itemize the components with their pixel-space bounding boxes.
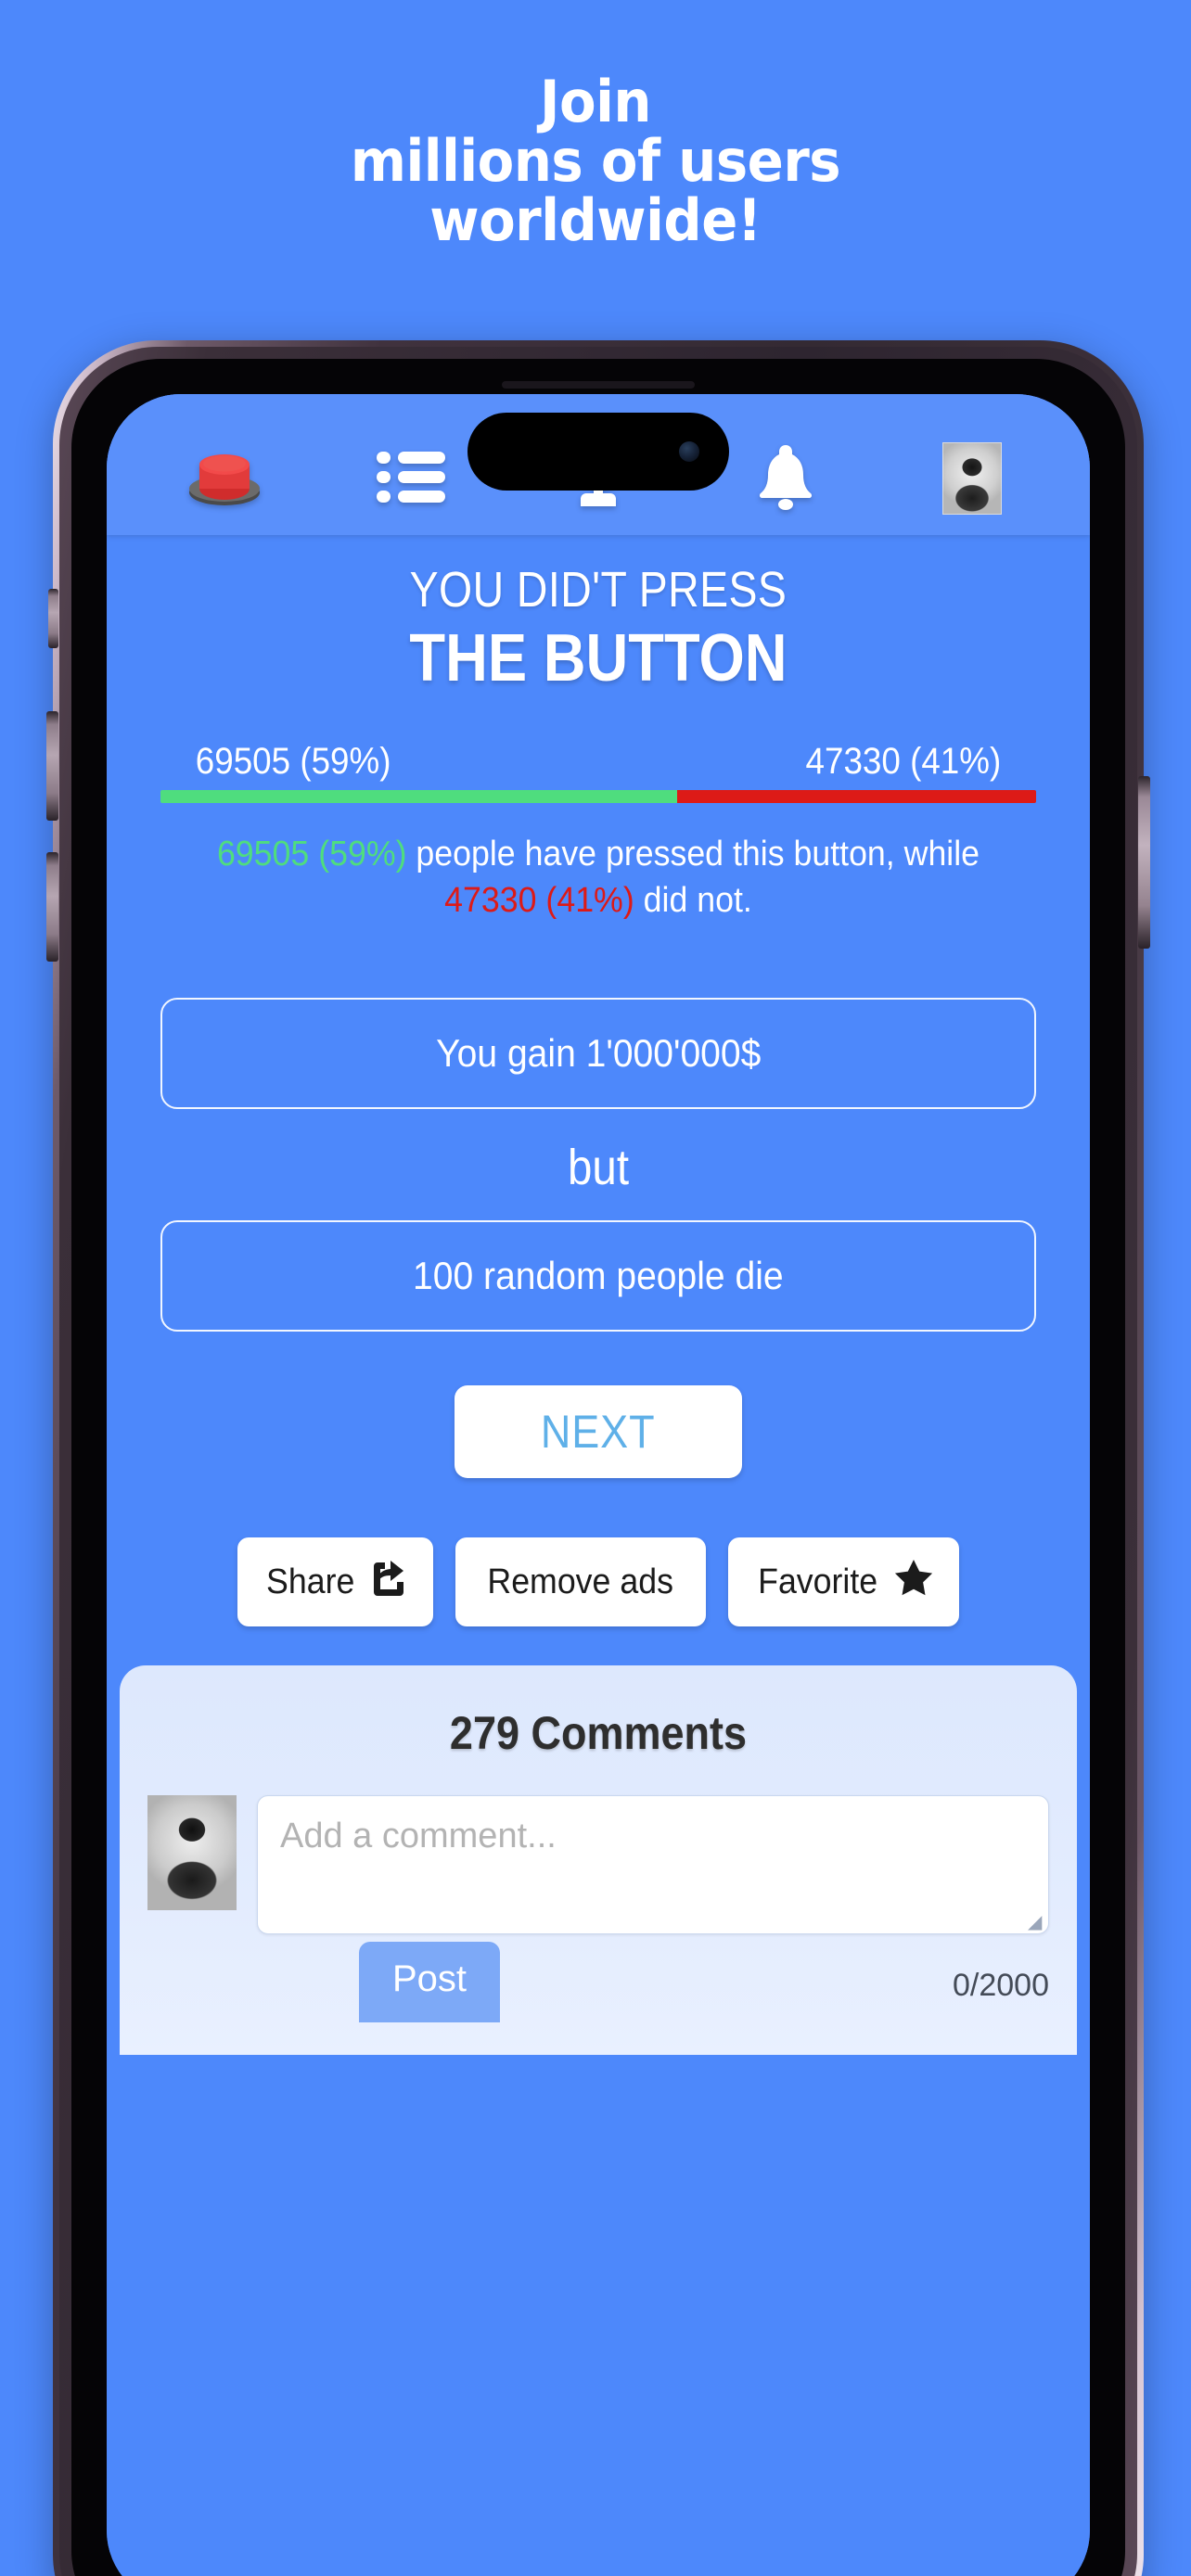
app-viewport: YOU DID'T PRESS THE BUTTON 69505 (59%) 4…: [107, 394, 1090, 2576]
stats-labels: 69505 (59%) 47330 (41%): [196, 741, 1001, 783]
nav-item-list[interactable]: [361, 439, 461, 518]
promo-headline-line-2: millions of users: [350, 127, 841, 195]
remove-ads-button-label: Remove ads: [487, 1562, 674, 1601]
volume-down-button[interactable]: [46, 852, 58, 962]
comments-section: 279 Comments Add a comment... ◢ Post 0/2…: [120, 1665, 1077, 2055]
avatar: [942, 442, 1003, 515]
phone-mockup: YOU DID'T PRESS THE BUTTON 69505 (59%) 4…: [46, 340, 1150, 2576]
action-buttons-row: Share Remove ads Favorite: [107, 1537, 1090, 1626]
promo-headline-line-1: Join: [539, 68, 652, 135]
stats-bar-pressed: [160, 790, 677, 803]
list-icon: [377, 448, 446, 510]
front-camera-icon: [679, 441, 699, 462]
promo-headline: Join millions of users worldwide!: [42, 72, 1149, 250]
comment-compose: Add a comment... ◢ Post 0/2000: [147, 1795, 1049, 2022]
comment-input[interactable]: Add a comment... ◢: [257, 1795, 1049, 1934]
nav-item-profile[interactable]: [922, 439, 1022, 518]
compose-right: Add a comment... ◢ Post 0/2000: [257, 1795, 1049, 2022]
page-subtitle: YOU DID'T PRESS: [409, 562, 788, 618]
phone-screen: YOU DID'T PRESS THE BUTTON 69505 (59%) 4…: [107, 394, 1090, 2576]
remove-ads-button[interactable]: Remove ads: [455, 1537, 706, 1626]
desc-pressed-count: 69505 (59%): [216, 835, 407, 874]
compose-meta: Post 0/2000: [257, 1942, 1049, 2022]
earpiece-speaker-icon: [502, 381, 695, 389]
share-button[interactable]: Share: [237, 1537, 434, 1626]
post-comment-button[interactable]: Post: [359, 1942, 501, 2022]
app-content: YOU DID'T PRESS THE BUTTON 69505 (59%) 4…: [107, 535, 1090, 2576]
compose-avatar: [147, 1795, 237, 1910]
share-button-label: Share: [266, 1562, 355, 1601]
red-button-icon: [185, 446, 264, 512]
promo-headline-line-3: worldwide!: [429, 186, 762, 254]
stats-bar-not-pressed: [676, 790, 1036, 803]
phone-bezel: YOU DID'T PRESS THE BUTTON 69505 (59%) 4…: [71, 359, 1125, 2576]
power-button[interactable]: [1138, 776, 1150, 949]
dilemma-option-a[interactable]: You gain 1'000'000$: [160, 998, 1036, 1109]
char-counter: 0/2000: [953, 1968, 1049, 2003]
dilemma-option-b-label: 100 random people die: [413, 1254, 784, 1297]
bell-icon: [755, 443, 816, 515]
star-icon: [894, 1559, 933, 1605]
dilemma-option-a-label: You gain 1'000'000$: [435, 1031, 762, 1075]
comments-title: 279 Comments: [449, 1707, 748, 1759]
stat-not-pressed-label: 47330 (41%): [805, 741, 1002, 782]
dilemma-conjunction: but: [567, 1140, 630, 1195]
resize-grip-icon[interactable]: ◢: [1028, 1913, 1043, 1932]
page-title: THE BUTTON: [409, 621, 788, 695]
dynamic-island: [467, 413, 729, 491]
stat-pressed-label: 69505 (59%): [195, 741, 391, 782]
volume-up-button[interactable]: [46, 711, 58, 821]
next-button-label: NEXT: [541, 1406, 656, 1458]
stats-bar: [160, 790, 1036, 803]
dilemma-option-b[interactable]: 100 random people die: [160, 1220, 1036, 1332]
desc-end: did not.: [634, 881, 752, 920]
desc-mid: people have pressed this button, while: [406, 835, 980, 874]
favorite-button[interactable]: Favorite: [727, 1537, 959, 1626]
share-icon: [370, 1559, 407, 1605]
nav-item-button[interactable]: [174, 439, 275, 518]
stats-description: 69505 (59%) people have pressed this but…: [210, 831, 987, 924]
favorite-button-label: Favorite: [757, 1562, 877, 1601]
nav-item-notifications[interactable]: [736, 439, 836, 518]
stats-section: 69505 (59%) 47330 (41%): [160, 741, 1036, 803]
next-button[interactable]: NEXT: [455, 1385, 742, 1478]
mute-switch-button[interactable]: [48, 589, 58, 648]
desc-not-pressed-count: 47330 (41%): [444, 881, 634, 920]
